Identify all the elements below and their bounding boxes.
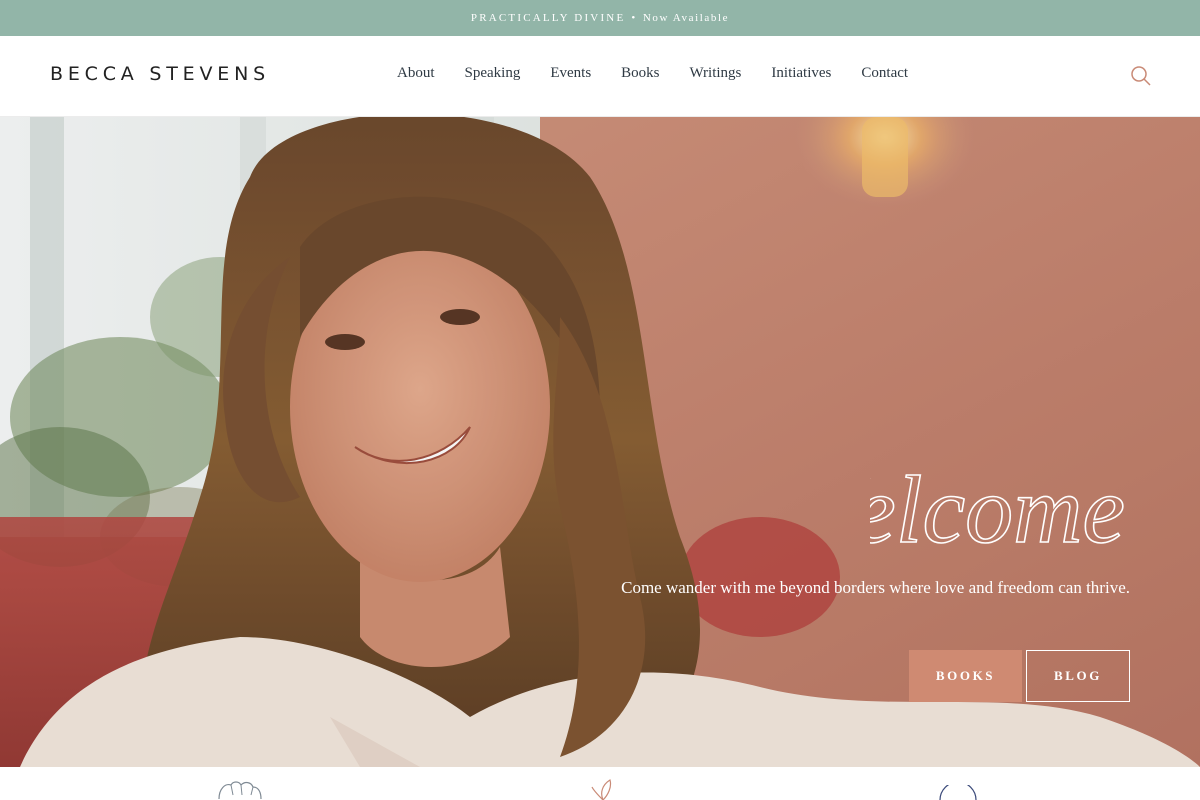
nav-events[interactable]: Events [550, 65, 591, 82]
site-logo[interactable]: BECCA STEVENS [50, 63, 270, 85]
nav-contact[interactable]: Contact [861, 65, 908, 82]
hero-tagline: Come wander with me beyond borders where… [621, 578, 1130, 597]
hero-section: Welcome Come wander with me beyond borde… [0, 117, 1200, 767]
announcement-bar[interactable]: PRACTICALLY DIVINE • Now Available [0, 0, 1200, 36]
announcement-title: PRACTICALLY DIVINE [470, 12, 626, 24]
nav-initiatives[interactable]: Initiatives [771, 65, 831, 82]
welcome-text: Welcome [870, 456, 1125, 563]
features-strip [0, 767, 1200, 800]
announcement-separator: • [631, 12, 637, 24]
main-nav: About Speaking Events Books Writings Ini… [397, 65, 938, 82]
nav-about[interactable]: About [397, 65, 435, 82]
blog-button[interactable]: BLOG [1026, 650, 1130, 702]
announcement-status: Now Available [642, 12, 730, 24]
welcome-script: Welcome [870, 455, 1126, 564]
hands-icon [218, 781, 262, 800]
circle-icon [939, 785, 977, 800]
nav-books[interactable]: Books [621, 65, 659, 82]
leaf-icon [591, 779, 612, 800]
nav-writings[interactable]: Writings [690, 65, 742, 82]
nav-speaking[interactable]: Speaking [465, 65, 521, 82]
search-icon[interactable] [1130, 65, 1152, 87]
books-button[interactable]: BOOKS [909, 650, 1022, 702]
site-header: BECCA STEVENS About Speaking Events Book… [0, 36, 1200, 117]
